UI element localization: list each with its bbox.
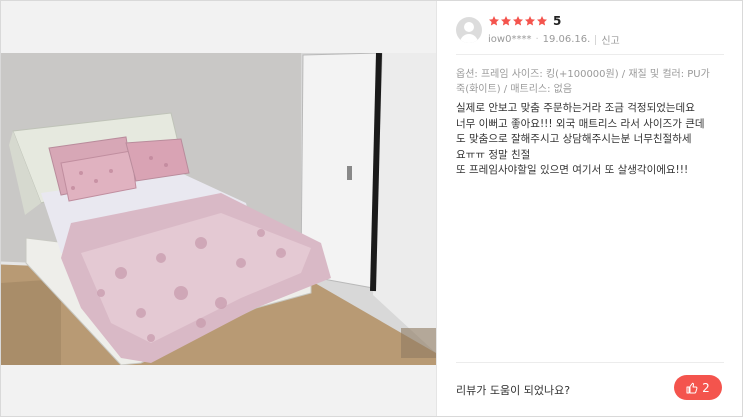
thumbs-up-icon xyxy=(686,382,698,393)
review-photo[interactable] xyxy=(1,53,436,365)
review-detail-panel: 5 iow0**** · 19.06.16. 신고 옵션: 프레임 사이즈: 킹… xyxy=(0,0,743,417)
review-date: 19.06.16. xyxy=(542,34,591,45)
photo-pane xyxy=(1,1,436,416)
star-icon xyxy=(525,16,535,26)
review-meta: iow0**** · 19.06.16. 신고 xyxy=(488,32,620,47)
star-icon xyxy=(489,16,499,26)
star-icon xyxy=(537,16,547,26)
review-body-line: 또 프레임사야할일 있으면 여기서 또 살생각이에요!!! xyxy=(456,164,689,176)
purchase-options: 옵션: 프레임 사이즈: 킹(+100000원) / 재질 및 컬러: PU가죽… xyxy=(456,69,710,95)
review-body-line: 도 맞춤으로 잘해주시고 상담해주시는분 너무친절하세 xyxy=(456,133,692,145)
review-body-line: 실제로 안보고 맞춤 주문하는거라 조금 걱정되었는데요 xyxy=(456,102,695,114)
review-body: 실제로 안보고 맞춤 주문하는거라 조금 걱정되었는데요 너무 이뻐고 좋아요!… xyxy=(456,101,722,179)
helpful-button[interactable]: 2 xyxy=(674,375,722,400)
star-rating: 5 xyxy=(488,13,561,29)
star-icon xyxy=(513,16,523,26)
review-body-line: 요ㅠㅠ 정말 친절 xyxy=(456,148,531,161)
meta-dot: · xyxy=(535,34,539,45)
user-avatar-icon xyxy=(456,17,482,43)
bed-photo-illustration xyxy=(1,53,436,365)
review-content: 5 iow0**** · 19.06.16. 신고 옵션: 프레임 사이즈: 킹… xyxy=(456,1,724,416)
rating-value: 5 xyxy=(553,14,562,28)
divider-line xyxy=(456,54,724,55)
star-icon xyxy=(501,16,511,26)
meta-separator xyxy=(595,34,597,45)
report-link[interactable]: 신고 xyxy=(601,32,619,47)
user-id: iow0**** xyxy=(488,34,532,45)
helpful-question: 리뷰가 도움이 되었나요? xyxy=(456,384,571,397)
review-body-line: 너무 이뻐고 좋아요!!! 외국 매트리스 라서 사이즈가 큰데 xyxy=(456,117,705,130)
pane-divider xyxy=(436,1,437,416)
helpful-count: 2 xyxy=(702,380,710,395)
divider-line xyxy=(456,362,724,363)
